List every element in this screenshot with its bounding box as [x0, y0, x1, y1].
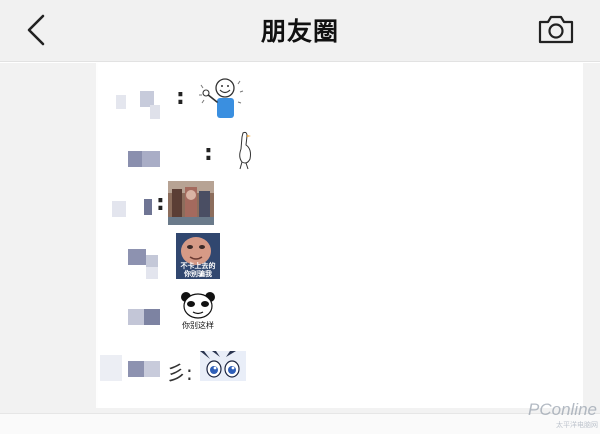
comment-row[interactable]: 彡: — [0, 347, 600, 397]
mosaic-username — [150, 105, 160, 119]
comment-row[interactable]: : — [0, 73, 600, 123]
goose-sticker[interactable] — [234, 129, 256, 171]
mosaic-username — [144, 309, 160, 325]
mosaic-username — [144, 361, 160, 377]
page-title: 朋友圈 — [260, 17, 339, 46]
sticker-caption: 你别骗我 — [184, 270, 212, 278]
name-separator: : — [176, 85, 185, 110]
moments-content: : :: 不卡上去的 你别骗我 你别这样 彡: — [0, 63, 600, 413]
mosaic-username — [100, 355, 122, 381]
watermark-logo: PConline — [528, 400, 597, 419]
mosaic-username — [128, 309, 144, 325]
photo-thumbnail[interactable] — [168, 181, 214, 225]
mosaic-username — [128, 361, 144, 377]
comment-row[interactable]: : — [0, 129, 600, 183]
child-meme-sticker[interactable]: 不卡上去的 你别骗我 — [176, 233, 220, 279]
sticker-caption: 你别这样 — [182, 321, 214, 330]
mosaic-username — [128, 151, 142, 167]
camera-button[interactable] — [536, 12, 576, 46]
mosaic-username — [112, 201, 126, 217]
panda-face-meme-sticker[interactable]: 你别这样 — [178, 291, 218, 333]
watermark-subtitle: 太平洋电脑网 — [556, 421, 598, 429]
mosaic-username — [142, 151, 160, 167]
sticker-caption: 不卡上去的 — [180, 262, 216, 270]
comment-row[interactable]: 你别这样 — [0, 289, 600, 339]
camera-icon — [538, 15, 574, 44]
mosaic-username — [128, 249, 146, 265]
name-separator: : — [156, 191, 165, 216]
mosaic-username — [116, 95, 126, 109]
name-separator: : — [204, 141, 213, 166]
smiley-thumbs-up-sticker[interactable] — [196, 75, 248, 121]
comment-row[interactable]: : — [0, 181, 600, 231]
username-fragment: 彡: — [166, 361, 193, 385]
mosaic-username — [144, 199, 152, 215]
anime-eyes-sticker[interactable] — [200, 351, 246, 381]
top-navbar: 朋友圈 — [0, 0, 600, 62]
mosaic-username — [146, 267, 158, 279]
comment-row[interactable]: 不卡上去的 你别骗我 — [0, 233, 600, 285]
